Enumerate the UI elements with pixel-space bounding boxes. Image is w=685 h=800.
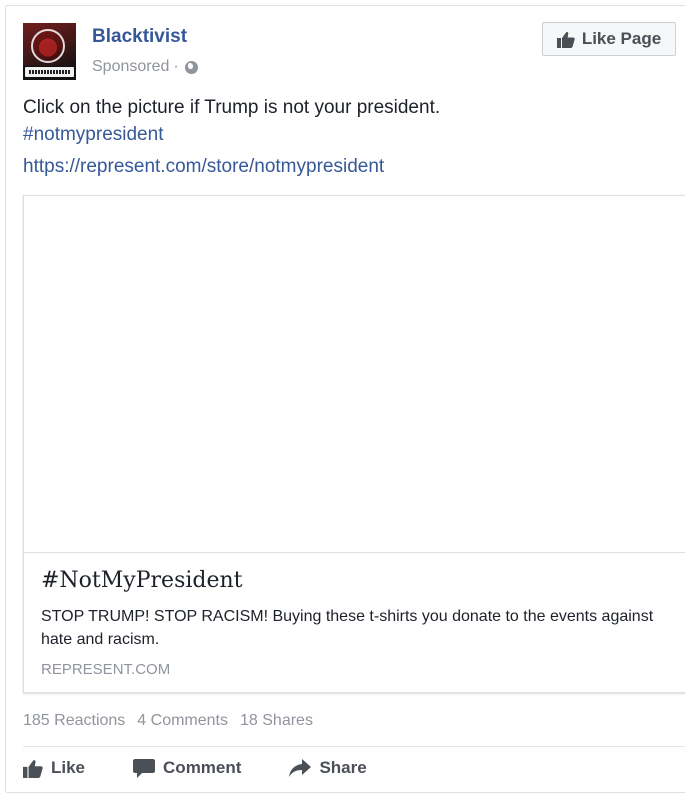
globe-icon[interactable] <box>184 60 198 74</box>
avatar-wordmark <box>25 67 74 77</box>
action-divider <box>23 746 685 747</box>
like-button[interactable]: Like <box>23 758 85 778</box>
share-label: Share <box>319 758 367 777</box>
share-arrow-icon <box>289 759 312 777</box>
hashtag-link[interactable]: #notmypresident <box>23 121 663 148</box>
share-button[interactable]: Share <box>289 758 367 778</box>
sponsored-label[interactable]: Sponsored <box>92 58 169 76</box>
meta-separator: · <box>173 58 179 75</box>
attachment-description: STOP TRUMP! STOP RACISM! Buying these t-… <box>41 608 654 648</box>
thumbs-up-icon <box>23 759 43 778</box>
like-label: Like <box>51 758 86 777</box>
action-bar: Like Comment Share <box>23 758 367 778</box>
attachment-title[interactable]: #NotMyPresident <box>41 568 243 593</box>
comments-count[interactable]: 4 Comments <box>137 712 228 730</box>
sponsored-line: Sponsored · <box>92 58 198 76</box>
like-page-label: Like Page <box>581 29 662 48</box>
comment-icon <box>133 758 156 778</box>
page-name-link[interactable]: Blacktivist <box>92 26 187 48</box>
post-message-text: Click on the picture if Trump is not you… <box>23 97 441 118</box>
reactions-count[interactable]: 185 Reactions <box>23 712 125 730</box>
thumbs-up-icon <box>556 31 575 48</box>
engagement-stats: 185 Reactions 4 Comments 18 Shares <box>23 712 313 730</box>
attachment-image[interactable] <box>24 196 685 553</box>
like-page-button[interactable]: Like Page <box>542 22 676 56</box>
post-url-link[interactable]: https://represent.com/store/notmypreside… <box>23 156 384 178</box>
sponsored-post: Blacktivist Sponsored · Like Page Click … <box>5 5 685 793</box>
link-attachment[interactable]: #NotMyPresident STOP TRUMP! STOP RACISM!… <box>23 195 685 693</box>
shares-count[interactable]: 18 Shares <box>240 712 313 730</box>
comment-label: Comment <box>163 758 242 777</box>
comment-button[interactable]: Comment <box>133 758 241 778</box>
attachment-domain: REPRESENT.COM <box>41 661 171 678</box>
avatar-red-overlay <box>23 23 76 66</box>
page-avatar[interactable] <box>23 23 76 80</box>
post-message: Click on the picture if Trump is not you… <box>23 94 663 148</box>
